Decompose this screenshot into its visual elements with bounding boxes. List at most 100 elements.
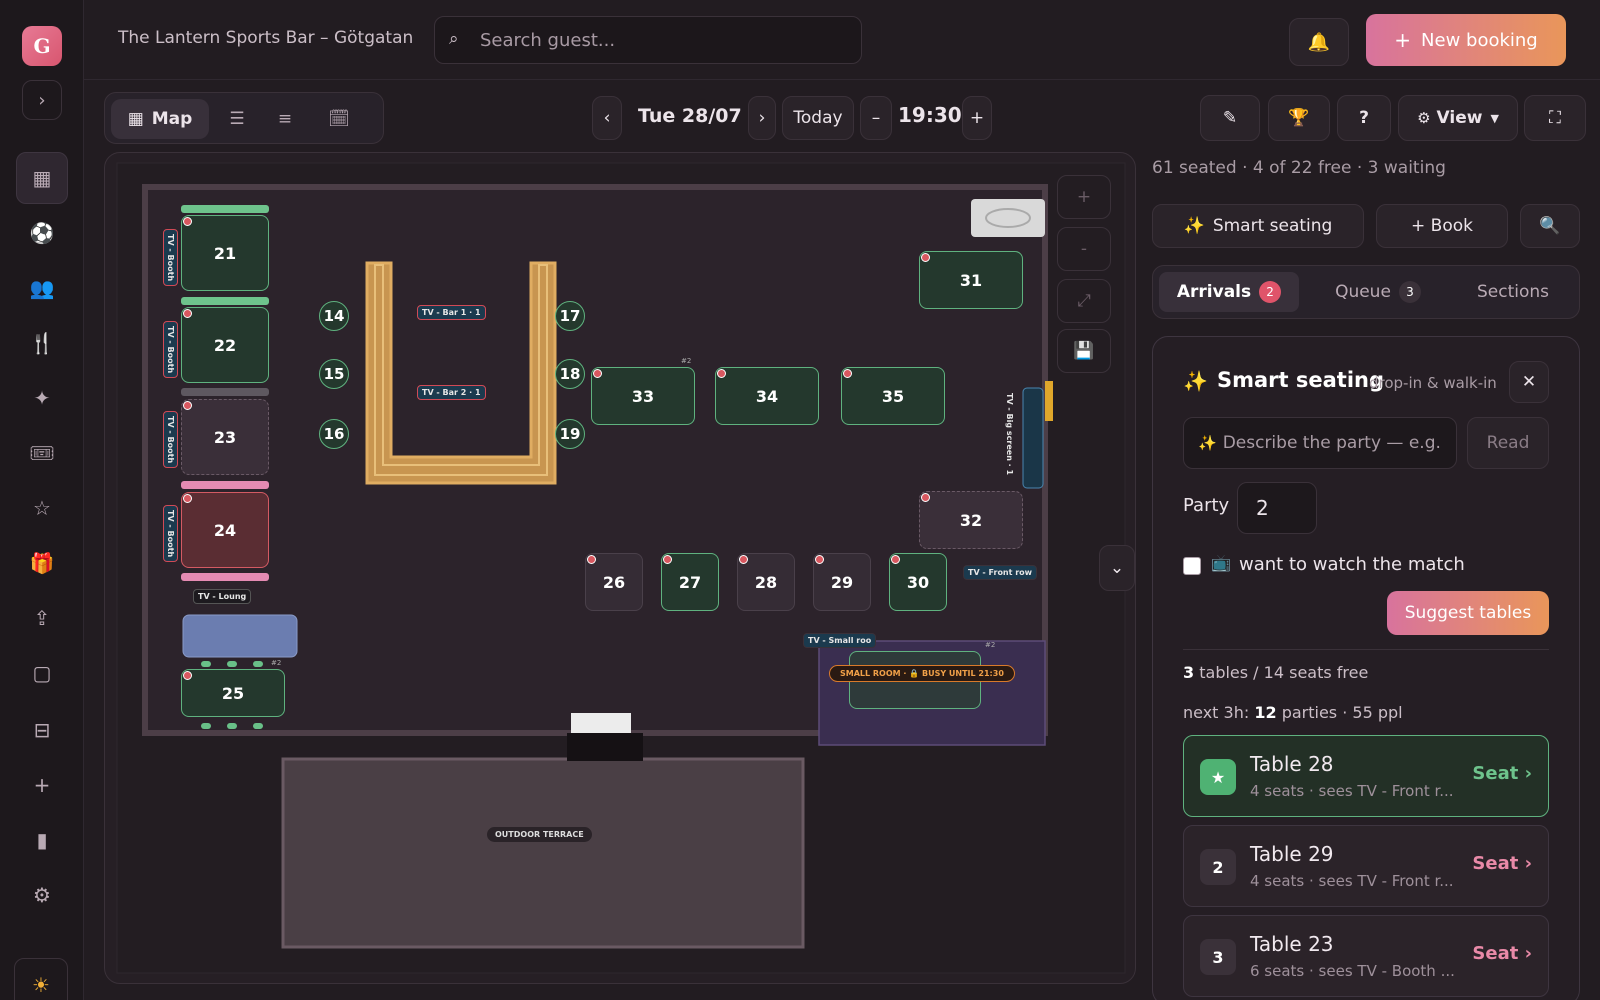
table-19[interactable]: 19 [555, 419, 585, 449]
sidebar: G › ▦ ⚽ 👥 🍴 ✦ 🎟 ☆ 🎁 ⇪ ▢ ⊟ + ▮ ⚙ ☀ [0, 0, 84, 1000]
sports-icon[interactable]: ⚽ [22, 213, 62, 253]
seat-button[interactable]: Seat › [1472, 943, 1532, 964]
dashboard-icon[interactable]: ▦ [16, 152, 68, 204]
table-18[interactable]: 18 [555, 359, 585, 389]
smart-seating-panel: ✨ Smart seating drop-in & walk-in ✕ ✨ De… [1152, 336, 1580, 1000]
sparkle-icon[interactable]: ✦ [22, 378, 62, 418]
party-size-input[interactable]: 2 [1237, 482, 1317, 534]
table-16[interactable]: 16 [319, 419, 349, 449]
ticket-icon[interactable]: 🎟 [22, 433, 62, 473]
save-layout-button[interactable]: 💾 [1057, 329, 1111, 373]
book-button[interactable]: + Book [1376, 204, 1508, 248]
avatar[interactable]: G [22, 26, 62, 66]
seat [253, 661, 263, 667]
inbox-icon[interactable]: ⊟ [22, 710, 62, 750]
table-34[interactable]: 34 [715, 367, 819, 425]
watch-match-checkbox[interactable] [1183, 557, 1201, 575]
table-35-alert-icon [843, 369, 852, 378]
chart-icon[interactable]: ▮ [22, 820, 62, 860]
suggestion-card[interactable]: ★ Table 28 4 seats · sees TV - Front r..… [1183, 735, 1549, 817]
tab-queue[interactable]: Queue 3 [1313, 272, 1443, 312]
table-25[interactable]: 25 [181, 669, 285, 717]
timeline-view-button[interactable]: ≡ [265, 99, 305, 139]
time-decrement-button[interactable]: – [860, 96, 892, 140]
view-menu-button[interactable]: ⚙ View ▼ [1398, 95, 1518, 141]
notifications-button[interactable]: 🔔 [1289, 18, 1349, 66]
view-switcher: ▦ Map ☰ ≡ 🗓 [104, 92, 384, 144]
read-button[interactable]: Read [1467, 417, 1549, 469]
floor-stats: 61 seated · 4 of 22 free · 3 waiting [1152, 158, 1446, 178]
describe-party-input[interactable]: ✨ Describe the party — e.g. [1183, 417, 1457, 469]
export-icon[interactable]: ⇪ [22, 598, 62, 638]
star-icon[interactable]: ☆ [22, 488, 62, 528]
date-display[interactable]: Tue 28/07 [638, 105, 742, 127]
tab-sections[interactable]: Sections [1453, 272, 1573, 312]
next-day-button[interactable]: › [748, 96, 776, 140]
settings-icon[interactable]: ⚙ [22, 875, 62, 915]
tv-icon: 📺 [1211, 553, 1231, 572]
prev-day-button[interactable]: ‹ [592, 96, 622, 140]
new-booking-button[interactable]: + New booking [1366, 14, 1566, 66]
search-input[interactable]: Search guest... [480, 30, 615, 51]
tab-arrivals-label: Arrivals [1176, 282, 1252, 302]
suggestion-subtitle: 6 seats · sees TV - Booth ... [1250, 962, 1455, 980]
fit-map-button[interactable]: ⤢ [1057, 279, 1111, 323]
book-icon[interactable]: ▢ [22, 653, 62, 693]
seat-button[interactable]: Seat › [1472, 763, 1532, 784]
table-33-mark: #2 [681, 357, 692, 365]
list-view-button[interactable]: ☰ [217, 99, 257, 139]
tv-lounge: TV - Loung [193, 589, 252, 604]
trophy-button[interactable]: 🏆 [1268, 95, 1330, 141]
suggestion-card[interactable]: 3 Table 23 6 seats · sees TV - Booth ...… [1183, 915, 1549, 997]
gift-icon[interactable]: 🎁 [22, 543, 62, 583]
seat-button[interactable]: Seat › [1472, 853, 1532, 874]
smart-seating-button[interactable]: ✨ Smart seating [1152, 204, 1364, 248]
table-15[interactable]: 15 [319, 359, 349, 389]
outdoor-terrace-label: OUTDOOR TERRACE [487, 827, 592, 842]
small-room-busy-banner: SMALL ROOM · 🔒 BUSY UNTIL 21:30 [829, 665, 1015, 682]
guests-icon[interactable]: 👥 [22, 268, 62, 308]
table-35[interactable]: 35 [841, 367, 945, 425]
table-23[interactable]: 23 [181, 399, 269, 475]
table-31-alert-icon [921, 253, 930, 262]
close-panel-button[interactable]: ✕ [1509, 361, 1549, 403]
collapse-panel-button[interactable]: ⌄ [1099, 545, 1135, 591]
today-button[interactable]: Today [782, 96, 854, 140]
suggestion-card[interactable]: 2 Table 29 4 seats · sees TV - Front r..… [1183, 825, 1549, 907]
table-25-mark: #2 [271, 659, 282, 667]
table-21[interactable]: 21 [181, 215, 269, 291]
search-map-button[interactable]: 🔍 [1520, 204, 1580, 248]
table-31[interactable]: 31 [919, 251, 1023, 309]
fullscreen-button[interactable]: ⛶ [1524, 95, 1586, 141]
tab-arrivals[interactable]: Arrivals 2 [1159, 272, 1299, 312]
sparkle-icon: ✨ [1183, 216, 1205, 236]
suggest-tables-button[interactable]: Suggest tables [1387, 591, 1549, 635]
best-match-star-icon: ★ [1200, 759, 1236, 795]
help-button[interactable]: ? [1337, 95, 1391, 141]
time-display[interactable]: 19:30 [898, 103, 962, 127]
table-25-alert-icon [183, 671, 192, 680]
zoom-out-button[interactable]: - [1057, 227, 1111, 271]
table-33[interactable]: 33 [591, 367, 695, 425]
zoom-in-button[interactable]: + [1057, 175, 1111, 219]
add-icon[interactable]: + [22, 765, 62, 805]
table-24-alert-icon [183, 494, 192, 503]
table-24[interactable]: 24 [181, 492, 269, 568]
expand-sidebar-icon[interactable]: › [22, 80, 62, 120]
seat [201, 723, 211, 729]
calendar-view-button[interactable]: 🗓 [319, 99, 359, 139]
table-14[interactable]: 14 [319, 301, 349, 331]
table-32[interactable]: 32 [919, 491, 1023, 549]
terrace-door [567, 733, 643, 761]
new-booking-label: New booking [1421, 29, 1538, 51]
time-increment-button[interactable]: + [962, 96, 992, 140]
menu-icon[interactable]: 🍴 [22, 323, 62, 363]
map-view-button[interactable]: ▦ Map [111, 99, 209, 139]
edit-button[interactable]: ✎ [1200, 95, 1260, 141]
table-17[interactable]: 17 [555, 301, 585, 331]
smart-seating-label: Smart seating [1212, 216, 1333, 236]
theme-toggle-icon[interactable]: ☀ [14, 958, 68, 1000]
tabs-bar: Arrivals 2 Queue 3 Sections [1152, 265, 1580, 319]
table-22[interactable]: 22 [181, 307, 269, 383]
search-box[interactable]: ⌕ Search guest... [434, 16, 862, 64]
